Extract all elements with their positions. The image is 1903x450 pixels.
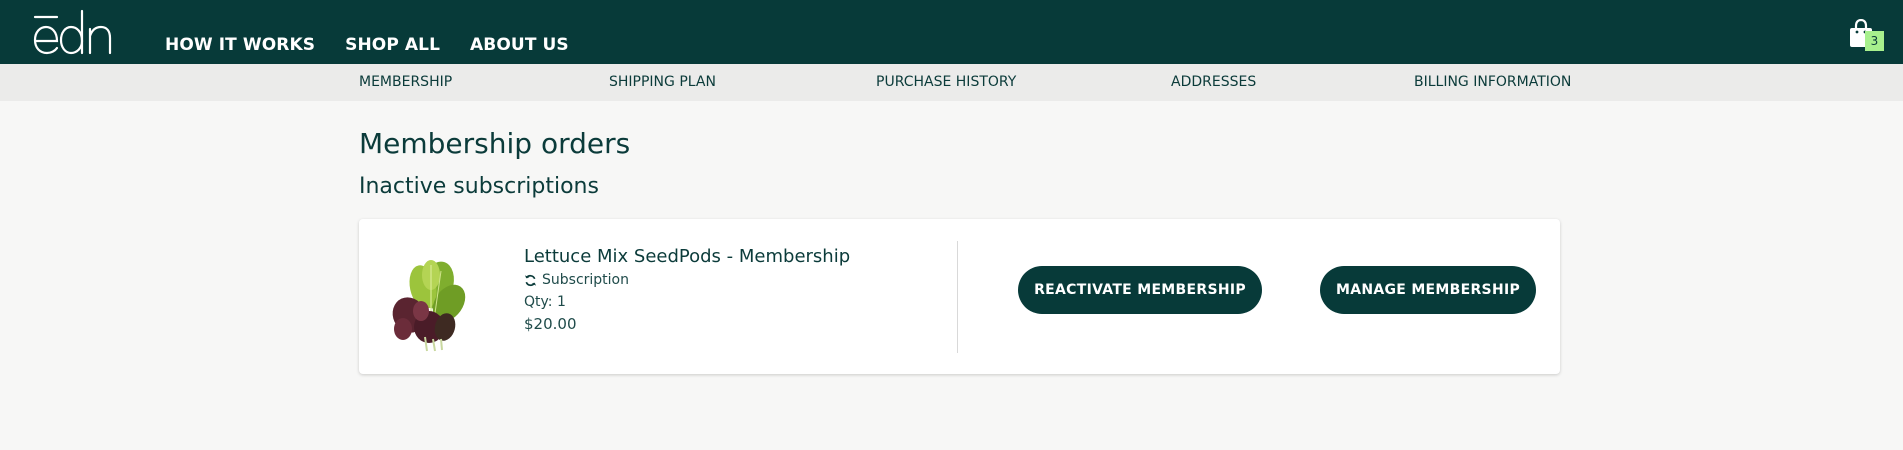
- main-nav: HOW IT WORKS SHOP ALL ABOUT US: [165, 33, 569, 57]
- account-nav-shipping-plan[interactable]: SHIPPING PLAN: [609, 64, 716, 101]
- page-title: Membership orders: [359, 127, 631, 160]
- reactivate-membership-button[interactable]: REACTIVATE MEMBERSHIP: [1018, 266, 1262, 314]
- card-divider: [957, 241, 958, 353]
- subscription-card: Lettuce Mix SeedPods - Membership Subscr…: [359, 219, 1560, 374]
- site-header: HOW IT WORKS SHOP ALL ABOUT US 3: [0, 0, 1903, 64]
- nav-how-it-works[interactable]: HOW IT WORKS: [165, 33, 315, 57]
- nav-about-us[interactable]: ABOUT US: [470, 33, 569, 57]
- cart-button[interactable]: 3: [1848, 18, 1886, 55]
- section-title-inactive-subscriptions: Inactive subscriptions: [359, 174, 599, 199]
- refresh-icon: [524, 274, 537, 287]
- product-price: $20.00: [524, 315, 577, 333]
- product-quantity: Qty: 1: [524, 294, 566, 310]
- product-info: Lettuce Mix SeedPods - Membership Subscr…: [524, 245, 850, 334]
- edn-logo-mark: [33, 9, 112, 55]
- lettuce-mix-image: [385, 255, 475, 353]
- cart-count-badge: 3: [1865, 31, 1884, 51]
- manage-membership-button[interactable]: MANAGE MEMBERSHIP: [1320, 266, 1536, 314]
- subscription-type-label: Subscription: [542, 272, 629, 288]
- nav-shop-all[interactable]: SHOP ALL: [345, 33, 440, 57]
- account-nav-billing-information[interactable]: BILLING INFORMATION: [1414, 64, 1571, 101]
- account-nav-addresses[interactable]: ADDRESSES: [1171, 64, 1256, 101]
- product-name: Lettuce Mix SeedPods - Membership: [524, 246, 851, 267]
- edn-logo[interactable]: [32, 7, 124, 55]
- account-nav-purchase-history[interactable]: PURCHASE HISTORY: [876, 64, 1016, 101]
- account-nav: MEMBERSHIP SHIPPING PLAN PURCHASE HISTOR…: [0, 64, 1903, 101]
- account-nav-membership[interactable]: MEMBERSHIP: [359, 64, 452, 101]
- subscription-type: Subscription: [524, 270, 850, 290]
